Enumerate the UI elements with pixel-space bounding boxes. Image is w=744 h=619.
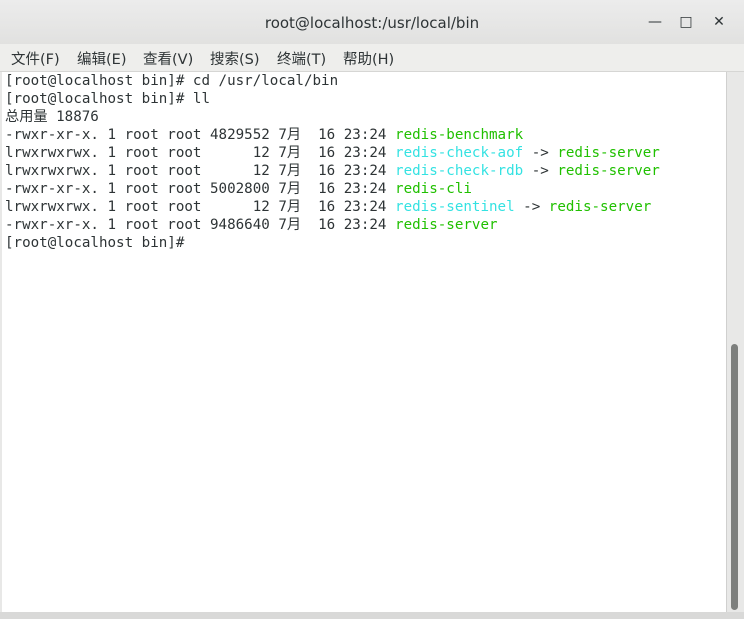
file-meta: -rwxr-xr-x. 1 root root 5002800 7月 16 23… xyxy=(5,181,396,197)
symlink-target: redis-server xyxy=(557,145,660,161)
title-bar[interactable]: root@localhost:/usr/local/bin — □ ✕ xyxy=(0,0,744,45)
maximize-icon[interactable]: □ xyxy=(676,12,696,32)
menu-terminal[interactable]: 终端(T) xyxy=(277,48,326,69)
symlink-name: redis-sentinel xyxy=(395,199,515,215)
file-name: redis-server xyxy=(395,217,498,233)
file-row: -rwxr-xr-x. 1 root root 5002800 7月 16 23… xyxy=(5,180,472,198)
scrollbar-track[interactable] xyxy=(726,72,741,612)
file-row: -rwxr-xr-x. 1 root root 9486640 7月 16 23… xyxy=(5,216,498,234)
file-name: redis-cli xyxy=(395,181,472,197)
menu-help[interactable]: 帮助(H) xyxy=(343,48,394,69)
symlink-arrow: -> xyxy=(523,145,558,161)
symlink-arrow: -> xyxy=(523,163,558,179)
terminal-output[interactable]: [root@localhost bin]# cd /usr/local/bin … xyxy=(2,72,726,612)
current-prompt: [root@localhost bin]# xyxy=(5,235,193,251)
window-title: root@localhost:/usr/local/bin xyxy=(264,14,480,32)
menu-bar: 文件(F) 编辑(E) 查看(V) 搜索(S) 终端(T) 帮助(H) xyxy=(0,44,744,72)
symlink-name: redis-check-aof xyxy=(395,145,524,161)
file-meta: lrwxrwxrwx. 1 root root 12 7月 16 23:24 xyxy=(5,163,396,179)
file-meta: lrwxrwxrwx. 1 root root 12 7月 16 23:24 xyxy=(5,199,396,215)
symlink-arrow: -> xyxy=(514,199,549,215)
minimize-icon[interactable]: — xyxy=(645,12,665,32)
scrollbar-thumb[interactable] xyxy=(731,344,738,610)
symlink-name: redis-check-rdb xyxy=(395,163,524,179)
file-row: lrwxrwxrwx. 1 root root 12 7月 16 23:24 r… xyxy=(5,198,651,216)
terminal-window: root@localhost:/usr/local/bin — □ ✕ 文件(F… xyxy=(0,0,744,619)
symlink-target: redis-server xyxy=(557,163,660,179)
file-row: lrwxrwxrwx. 1 root root 12 7月 16 23:24 r… xyxy=(5,144,660,162)
command-line-ll: [root@localhost bin]# ll xyxy=(5,91,210,107)
file-row: lrwxrwxrwx. 1 root root 12 7月 16 23:24 r… xyxy=(5,162,660,180)
menu-search[interactable]: 搜索(S) xyxy=(210,48,260,69)
file-name: redis-benchmark xyxy=(395,127,524,143)
menu-file[interactable]: 文件(F) xyxy=(11,48,60,69)
file-row: -rwxr-xr-x. 1 root root 4829552 7月 16 23… xyxy=(5,126,523,144)
total-line: 总用量 18876 xyxy=(5,109,99,125)
menu-edit[interactable]: 编辑(E) xyxy=(77,48,126,69)
file-meta: -rwxr-xr-x. 1 root root 4829552 7月 16 23… xyxy=(5,127,396,143)
symlink-target: redis-server xyxy=(548,199,652,215)
menu-view[interactable]: 查看(V) xyxy=(143,48,193,69)
close-icon[interactable]: ✕ xyxy=(709,12,729,32)
file-meta: lrwxrwxrwx. 1 root root 12 7月 16 23:24 xyxy=(5,145,396,161)
file-meta: -rwxr-xr-x. 1 root root 9486640 7月 16 23… xyxy=(5,217,396,233)
command-line-cd: [root@localhost bin]# cd /usr/local/bin xyxy=(5,73,339,89)
window-bottom-edge xyxy=(0,612,744,619)
